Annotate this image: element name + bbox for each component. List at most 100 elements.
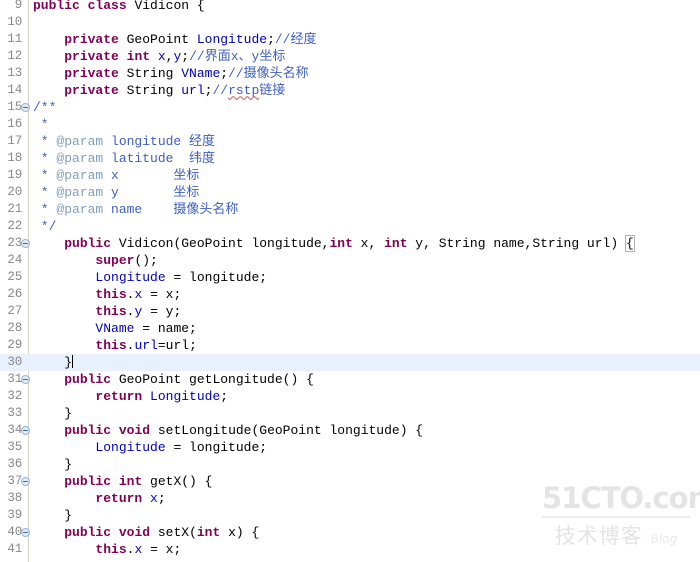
code-token: return [95,389,143,404]
code-token: setLongitude(GeoPoint longitude) { [150,423,424,438]
line-number: 29 [7,338,22,352]
code-line[interactable]: 9 public class Vidicon { [0,0,700,14]
code-token: String [118,83,182,98]
code-token: * [33,185,57,200]
code-line-content: } [33,507,72,524]
code-token: private [64,66,119,81]
code-line-content: * @param longitude 经度 [33,133,215,150]
code-line[interactable]: 39 } [0,507,700,524]
code-token: x [157,49,166,64]
code-line[interactable]: 26 this.x = x; [0,286,700,303]
line-number: 18 [7,151,22,165]
code-line-content: */ [33,218,57,235]
code-line-content: } [33,405,72,422]
code-token: super [95,253,135,268]
code-token: //摄像头名称 [228,66,309,81]
code-line[interactable]: 12 private int x,y;//界面x、y坐标 [0,48,700,65]
code-line[interactable]: 30 } [0,354,700,371]
code-line[interactable]: 32 return Longitude; [0,388,700,405]
code-text-area[interactable]: 9 public class Vidicon {10 11 private GeoP… [0,0,700,559]
code-line[interactable]: 16 * [0,116,700,133]
code-token: /** [33,100,57,115]
code-token: this [95,287,127,302]
code-token: ; [267,32,275,47]
code-line[interactable]: 33 } [0,405,700,422]
code-token: x) { [220,525,260,540]
code-token: ; [220,66,229,81]
line-number: 33 [7,406,22,420]
code-line[interactable]: 31 public GeoPoint getLongitude() { [0,371,700,388]
code-line[interactable]: 18 * @param latitude 纬度 [0,150,700,167]
code-line[interactable]: 29 this.url=url; [0,337,700,354]
code-token: int [196,525,221,540]
code-token: 链接 [259,83,286,98]
line-number: 31 [7,372,22,386]
code-line[interactable]: 11 private GeoPoint Longitude;//经度 [0,31,700,48]
fold-collapse-icon[interactable] [21,375,30,384]
code-token: = x; [142,542,182,557]
code-token: String [118,66,182,81]
line-number: 16 [7,117,22,131]
code-line[interactable]: 34 public void setLongitude(GeoPoint lon… [0,422,700,439]
code-line-content: this.x = x; [33,541,181,558]
code-token: @param [56,202,104,217]
code-token: * [33,134,57,149]
code-token: @param [56,151,104,166]
code-line-content: public int getX() { [33,473,212,490]
code-line[interactable]: 25 Longitude = longitude; [0,269,700,286]
code-line[interactable]: 27 this.y = y; [0,303,700,320]
line-number: 10 [7,15,22,29]
fold-collapse-icon[interactable] [21,239,30,248]
fold-collapse-icon[interactable] [21,477,30,486]
code-token: // [212,83,229,98]
code-token: VName [181,66,221,81]
fold-collapse-icon[interactable] [21,528,30,537]
code-line[interactable]: 21 * @param name 摄像头名称 [0,201,700,218]
code-token: x, [352,236,385,251]
code-token: private [64,32,119,47]
code-editor[interactable]: 9 public class Vidicon {10 11 private GeoP… [0,0,700,562]
code-token: public [64,474,112,489]
line-number: 38 [7,491,22,505]
code-line-content: * [33,116,56,133]
code-line[interactable]: 14 private String url;//rstp链接 [0,82,700,99]
code-line[interactable]: 13 private String VName;//摄像头名称 [0,65,700,82]
code-line[interactable]: 15 /** [0,99,700,116]
code-line-content: public GeoPoint getLongitude() { [33,371,314,388]
code-line[interactable]: 20 * @param y 坐标 [0,184,700,201]
line-number: 24 [7,253,22,267]
code-line[interactable]: 36 } [0,456,700,473]
code-line[interactable]: 28 VName = name; [0,320,700,337]
code-line[interactable]: 22 */ [0,218,700,235]
code-token: = y; [142,304,182,319]
code-line[interactable]: 37 public int getX() { [0,473,700,490]
code-token: * [33,151,57,166]
code-token: public [64,423,112,438]
code-line[interactable]: 17 * @param longitude 经度 [0,133,700,150]
line-number: 11 [7,32,22,46]
code-line[interactable]: 24 super(); [0,252,700,269]
code-token: y 坐标 [103,185,200,200]
code-line[interactable]: 40 public void setX(int x) { [0,524,700,541]
code-token: longitude 经度 [103,134,216,149]
code-line[interactable]: 19 * @param x 坐标 [0,167,700,184]
code-line[interactable]: 38 return x; [0,490,700,507]
code-line[interactable]: 41 this.x = x; [0,541,700,558]
code-line[interactable]: 23 public Vidicon(GeoPoint longitude,int… [0,235,700,252]
code-line[interactable]: 35 Longitude = longitude; [0,439,700,456]
fold-collapse-icon[interactable] [21,103,30,112]
code-line[interactable]: 10 [0,14,700,31]
fold-collapse-icon[interactable] [21,426,30,435]
code-line-content: private String url;//rstp链接 [33,82,285,99]
line-number: 30 [7,355,22,369]
code-token: ; [220,389,229,404]
line-number: 21 [7,202,22,216]
